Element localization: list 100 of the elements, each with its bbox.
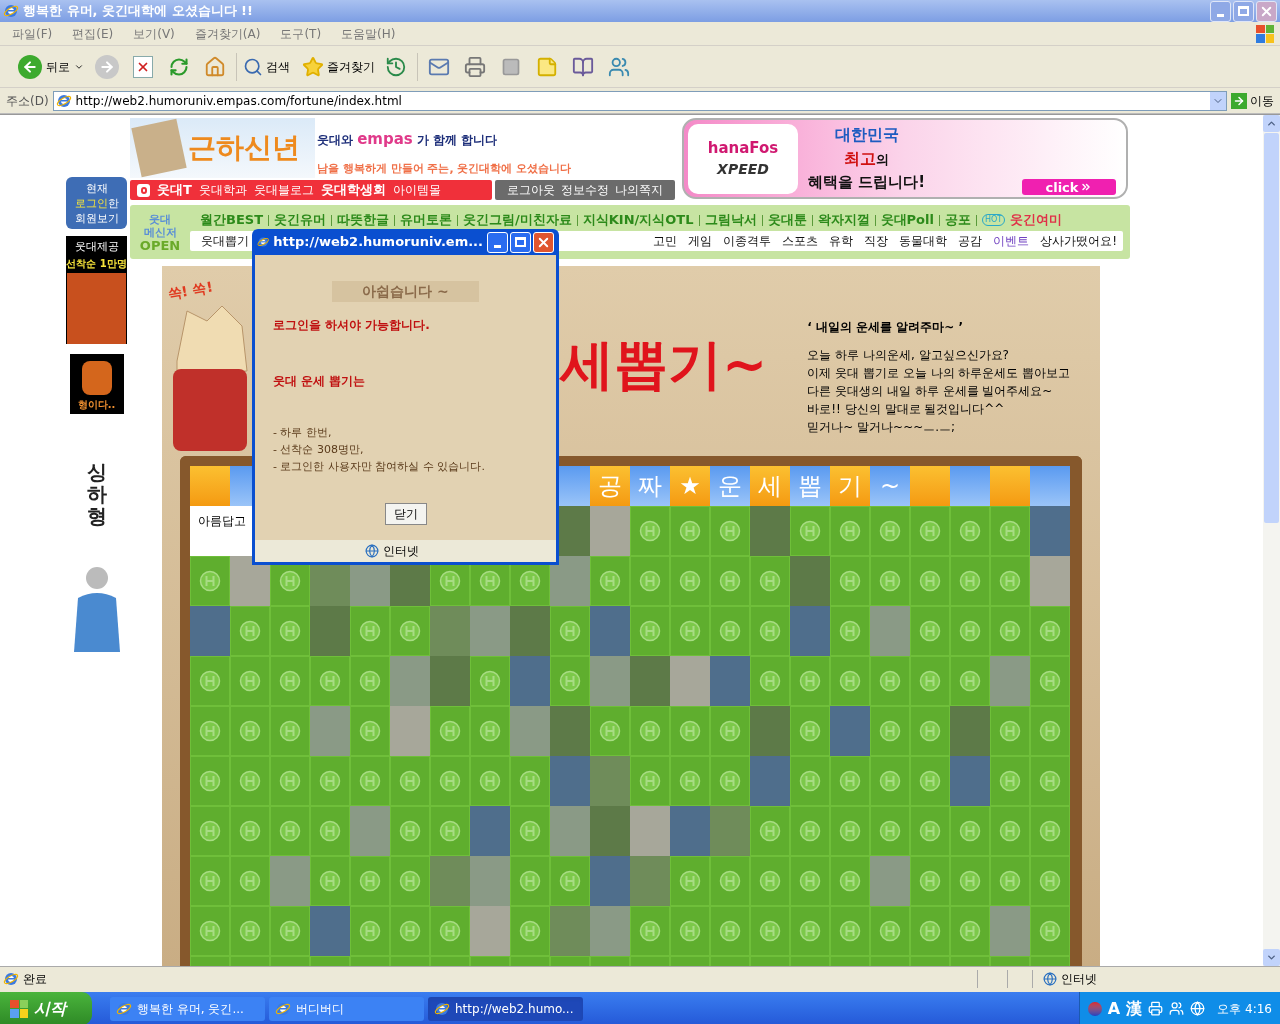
messenger-badge[interactable]: 웃대 메신저 OPEN [130, 205, 190, 259]
cover-tile[interactable] [870, 506, 910, 556]
cover-tile[interactable] [590, 556, 630, 606]
printer-icon[interactable] [1148, 1001, 1164, 1016]
cover-tile[interactable] [190, 706, 230, 756]
cover-tile[interactable] [430, 756, 470, 806]
category-link[interactable]: 그림낙서 [704, 210, 757, 230]
login-box[interactable]: 현재 로그인한 회원보기 [66, 177, 127, 229]
cover-tile[interactable] [670, 506, 710, 556]
cover-tile[interactable] [670, 606, 710, 656]
cover-tile[interactable] [390, 856, 430, 906]
cover-tile[interactable] [750, 656, 790, 706]
sub-nav-link[interactable]: 이종격투 [723, 232, 772, 250]
cover-tile[interactable] [510, 856, 550, 906]
cover-tile[interactable] [830, 756, 870, 806]
tray-indicator[interactable]: A [1107, 996, 1121, 1021]
cover-tile[interactable] [350, 706, 390, 756]
cover-tile[interactable] [790, 906, 830, 956]
cover-tile[interactable] [470, 756, 510, 806]
cover-tile[interactable] [910, 656, 950, 706]
flag-icon[interactable] [1087, 1001, 1102, 1016]
cover-tile[interactable] [950, 906, 990, 956]
start-button[interactable]: 시작 [0, 992, 92, 1024]
cover-tile[interactable] [190, 906, 230, 956]
cover-tile[interactable] [670, 706, 710, 756]
cover-tile[interactable] [310, 856, 350, 906]
cover-tile[interactable] [830, 506, 870, 556]
cover-tile[interactable] [750, 906, 790, 956]
cover-tile[interactable] [830, 906, 870, 956]
cover-tile[interactable] [470, 706, 510, 756]
cover-tile[interactable] [950, 856, 990, 906]
cover-tile[interactable] [990, 556, 1030, 606]
cover-tile[interactable] [710, 606, 750, 656]
cover-tile[interactable] [950, 806, 990, 856]
category-link[interactable]: 지식KIN/지식OTL [582, 210, 694, 230]
cover-tile[interactable] [790, 656, 830, 706]
cover-tile[interactable] [910, 556, 950, 606]
cover-tile[interactable] [1030, 756, 1070, 806]
cover-tile[interactable] [670, 756, 710, 806]
cover-tile[interactable] [270, 656, 310, 706]
cover-tile[interactable] [350, 856, 390, 906]
cover-tile[interactable] [270, 806, 310, 856]
cover-tile[interactable] [390, 606, 430, 656]
cover-tile[interactable] [870, 656, 910, 706]
cover-tile[interactable] [270, 606, 310, 656]
cover-tile[interactable] [310, 756, 350, 806]
cover-tile[interactable] [230, 806, 270, 856]
cover-tile[interactable] [870, 706, 910, 756]
menu-item[interactable]: 즐겨찾기(A) [194, 24, 261, 43]
close-popup-button[interactable]: 닫기 [384, 503, 427, 525]
account-link[interactable]: 로그아웃 [507, 181, 555, 199]
sub-nav-link[interactable]: 게임 [688, 232, 713, 250]
sub-nav-link[interactable]: 웃대뽑기 [201, 232, 249, 250]
taskbar-button[interactable]: 행복한 유머, 웃긴... [110, 996, 265, 1021]
cover-tile[interactable] [1030, 706, 1070, 756]
cover-tile[interactable] [1030, 806, 1070, 856]
cover-tile[interactable] [630, 606, 670, 656]
cover-tile[interactable] [710, 906, 750, 956]
cover-tile[interactable] [430, 906, 470, 956]
cover-tile[interactable] [230, 856, 270, 906]
cover-tile[interactable] [550, 856, 590, 906]
cover-tile[interactable] [710, 706, 750, 756]
cover-tile[interactable] [510, 756, 550, 806]
cover-tile[interactable] [950, 506, 990, 556]
cover-tile[interactable] [470, 656, 510, 706]
cover-tile[interactable] [670, 556, 710, 606]
nav-link[interactable]: 웃대학과 [198, 181, 247, 199]
cover-tile[interactable] [830, 556, 870, 606]
menu-item[interactable]: 편집(E) [72, 24, 114, 43]
cover-tile[interactable] [710, 856, 750, 906]
cover-tile[interactable] [270, 706, 310, 756]
cover-tile[interactable] [830, 806, 870, 856]
cover-tile[interactable] [550, 656, 590, 706]
vertical-scrollbar[interactable] [1263, 115, 1280, 966]
cover-tile[interactable] [510, 906, 550, 956]
sub-nav-link[interactable]: 동물대학 [899, 232, 948, 250]
logo-banner[interactable]: 근하신년 [130, 118, 315, 178]
cover-tile[interactable] [830, 656, 870, 706]
ad-banner[interactable]: hanaFos XPEED 대한민국 최고의 혜택을 드립니다! click [682, 118, 1128, 199]
cover-tile[interactable] [830, 606, 870, 656]
taskbar-button[interactable]: http://web2.humo... [428, 996, 583, 1021]
cover-tile[interactable] [190, 756, 230, 806]
cover-tile[interactable] [790, 806, 830, 856]
cover-tile[interactable] [510, 806, 550, 856]
sub-nav-link[interactable]: 상사가떴어요! [1040, 232, 1117, 250]
cover-tile[interactable] [870, 906, 910, 956]
cover-tile[interactable] [230, 606, 270, 656]
cover-tile[interactable] [190, 856, 230, 906]
address-field[interactable]: http://web2.humoruniv.empas.com/fortune/index.html [52, 90, 1227, 111]
cover-tile[interactable] [670, 906, 710, 956]
cover-tile[interactable] [390, 906, 430, 956]
cover-tile[interactable] [790, 706, 830, 756]
cover-tile[interactable] [390, 806, 430, 856]
go-button[interactable]: 이동 [1231, 91, 1280, 110]
cover-tile[interactable] [350, 606, 390, 656]
menu-item[interactable]: 보기(V) [133, 24, 175, 43]
cover-tile[interactable] [830, 856, 870, 906]
cover-tile[interactable] [910, 906, 950, 956]
cover-tile[interactable] [1030, 656, 1070, 706]
category-link[interactable]: 웃대툰 [767, 210, 807, 230]
